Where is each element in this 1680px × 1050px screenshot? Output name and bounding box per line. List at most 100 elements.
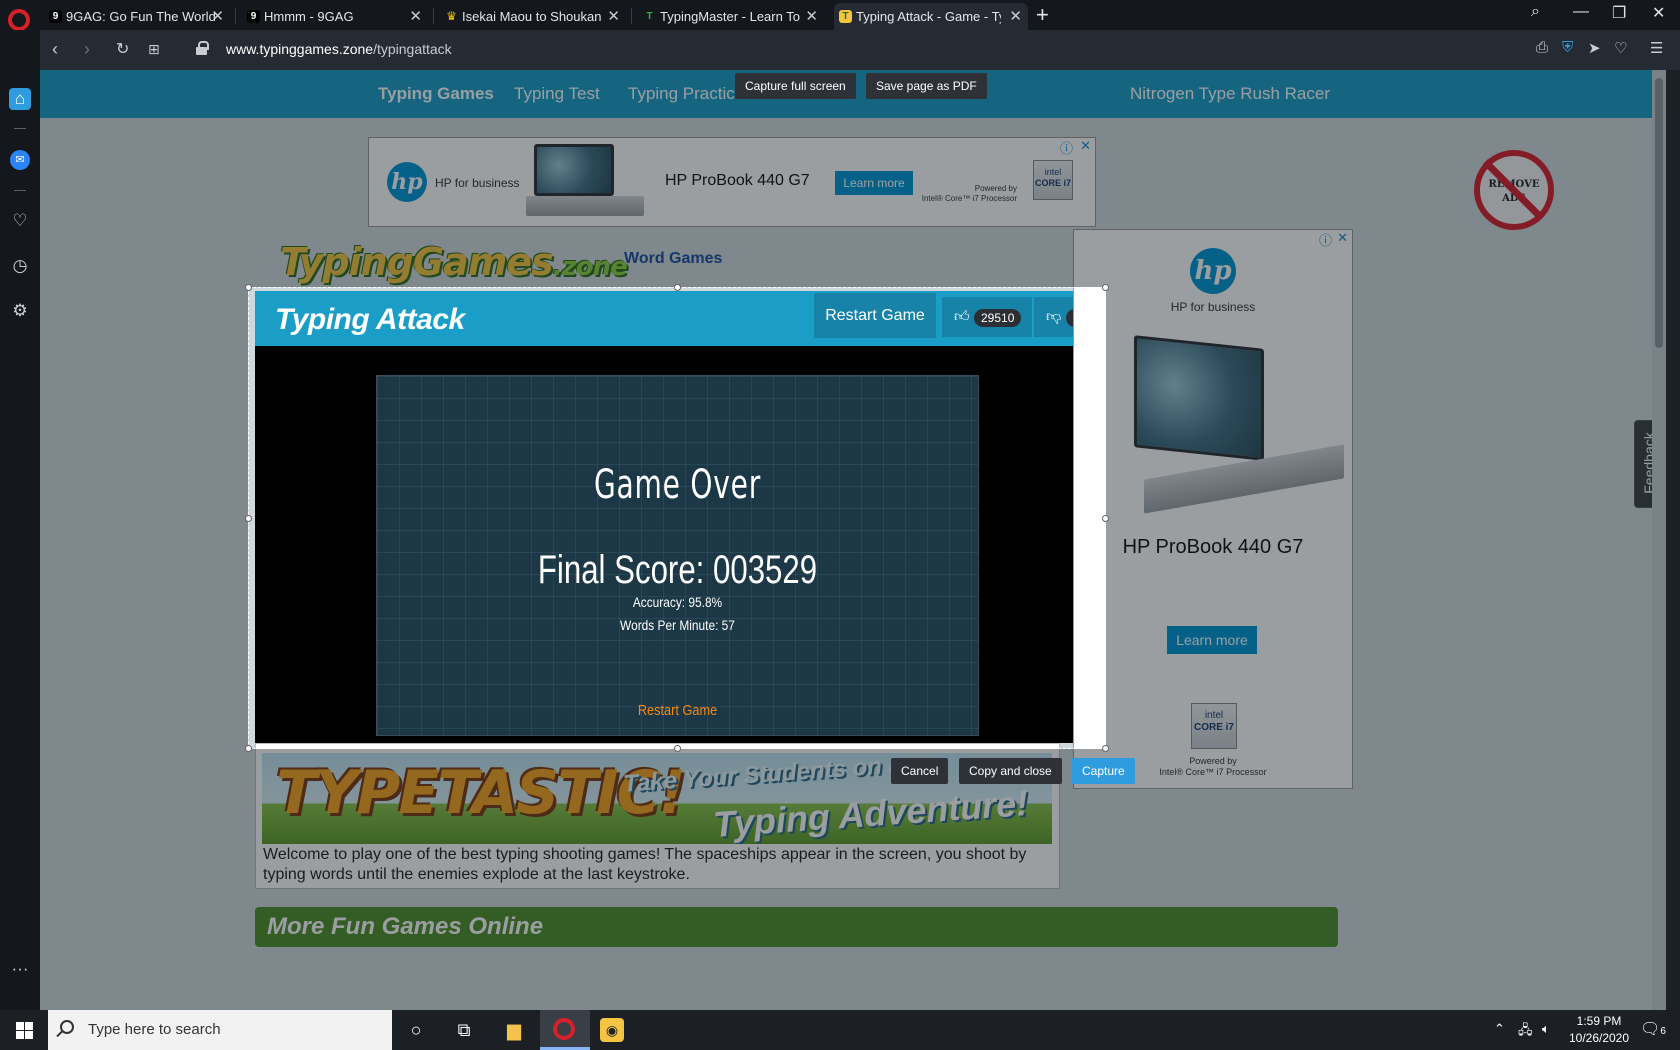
capture-full-screen-button[interactable]: Capture full screen — [735, 73, 856, 99]
taskbar-clock[interactable]: 1:59 PM 10/26/2020 — [1562, 1013, 1636, 1047]
9gag-icon: 9 — [49, 10, 62, 23]
typetastic-logo: TYPETASTIC! — [276, 758, 686, 828]
ad-close-icon[interactable]: ✕ — [1080, 138, 1091, 154]
intel-core-i7-badge: intel CORE i7 — [1033, 160, 1073, 200]
resize-handle[interactable] — [245, 515, 252, 522]
tab-9gag-hmmm[interactable]: 9 Hmmm - 9GAG ✕ — [242, 3, 428, 30]
tab-isekai-maou[interactable]: ♛ Isekai Maou to Shoukan Sh ✕ — [440, 3, 626, 30]
file-explorer-icon[interactable]: ▆ — [502, 1018, 526, 1042]
ad-info-icon[interactable]: ⓘ — [1060, 138, 1073, 157]
send-icon[interactable]: ➤ — [1588, 39, 1601, 57]
typinggames-zone-logo[interactable]: TypingGames.zone — [280, 240, 628, 284]
top-banner-ad[interactable]: hp HP for business HP ProBook 440 G7 Lea… — [368, 137, 1096, 227]
more-fun-games-title: More Fun Games Online — [267, 913, 544, 940]
tab-9gag-home[interactable]: 9 9GAG: Go Fun The World ✕ — [44, 3, 230, 30]
restore-icon[interactable]: ❐ — [1612, 3, 1626, 23]
intel-core-i7-badge: intel CORE i7 — [1191, 703, 1237, 749]
url-field[interactable]: www.typinggames.zone/typingattack — [226, 41, 452, 57]
processor-label: Intel® Core™ i7 Processor — [921, 194, 1017, 203]
new-tab-icon[interactable]: + — [1036, 2, 1049, 28]
easy-setup-icon[interactable]: ☰ — [1650, 39, 1663, 57]
windows-start-icon[interactable] — [16, 1022, 33, 1039]
ad-product: HP ProBook 440 G7 — [665, 172, 810, 189]
more-icon[interactable]: ··· — [9, 958, 31, 980]
typinggames-icon: T — [839, 10, 852, 23]
nav-typing-games[interactable]: Typing Games — [378, 84, 494, 104]
search-placeholder: Type here to search — [88, 1021, 221, 1038]
tab-typing-attack[interactable]: T Typing Attack - Game - Typ ✕ — [834, 3, 1028, 30]
typetastic-tagline-2: Typing Adventure! — [711, 782, 1030, 844]
scroll-thumb[interactable] — [1655, 78, 1663, 348]
more-fun-games-header: More Fun Games Online — [255, 907, 1338, 947]
copy-and-close-button[interactable]: Copy and close — [959, 758, 1062, 784]
nav-typing-test[interactable]: Typing Test — [514, 84, 600, 104]
snapshot-cancel-button[interactable]: Cancel — [891, 758, 949, 784]
adblock-shield-icon[interactable]: ⛨ — [1562, 39, 1573, 56]
show-hidden-icons-icon[interactable]: ⌃ — [1494, 1021, 1505, 1037]
windows-taskbar: Type here to search ○ ⧉ ▆ ◉ ⌃ 🖧︎ 🔈︎ 1:59… — [0, 1010, 1680, 1050]
settings-gear-icon[interactable]: ⚙ — [9, 300, 31, 322]
snapshot-selection-area[interactable] — [245, 284, 1109, 752]
history-clock-icon[interactable]: ◷ — [9, 255, 31, 277]
resize-handle[interactable] — [1102, 515, 1109, 522]
notification-count: 6 — [1660, 1026, 1666, 1037]
task-view-icon[interactable]: ⧉ — [452, 1018, 476, 1042]
reload-icon[interactable]: ↻ — [116, 39, 129, 59]
search-tabs-icon[interactable]: ⌕ — [1531, 3, 1540, 21]
nav-typing-practice[interactable]: Typing Practic — [628, 84, 735, 104]
game-description: Welcome to play one of the best typing s… — [263, 846, 1027, 883]
crown-icon: ♛ — [446, 9, 457, 23]
notifications-icon[interactable]: 🗨︎6 — [1640, 1019, 1666, 1039]
word-games-link[interactable]: Word Games — [624, 250, 722, 268]
nav-nitrogen-type[interactable]: Nitrogen Type Rush Racer — [1130, 84, 1330, 104]
resize-handle[interactable] — [1102, 745, 1109, 752]
ad-learn-more-button[interactable]: Learn more — [835, 171, 913, 195]
ad-learn-more-button[interactable]: Learn more — [1167, 626, 1257, 654]
page-scrollbar[interactable] — [1652, 70, 1666, 1010]
close-window-icon[interactable]: ✕ — [1652, 3, 1665, 23]
resize-handle[interactable] — [1102, 284, 1109, 291]
forward-icon[interactable]: › — [84, 39, 90, 60]
browser-tab-strip: 9 9GAG: Go Fun The World ✕ 9 Hmmm - 9GAG… — [0, 0, 1680, 31]
lock-icon[interactable] — [196, 41, 209, 55]
minimize-icon[interactable]: — — [1573, 3, 1589, 21]
camera-icon[interactable]: ⎙ — [1536, 39, 1548, 56]
hp-logo: hp — [1190, 248, 1236, 294]
resize-handle[interactable] — [674, 284, 681, 291]
close-icon[interactable]: ✕ — [211, 3, 224, 30]
taskbar-opera-button[interactable] — [540, 1010, 590, 1050]
resize-handle[interactable] — [245, 284, 252, 291]
resize-handle[interactable] — [245, 745, 252, 752]
network-icon[interactable]: 🖧︎ — [1518, 1021, 1533, 1043]
hp-logo: hp — [387, 162, 427, 202]
search-icon — [60, 1020, 74, 1034]
tab-typingmaster[interactable]: T TypingMaster - Learn To Ty ✕ — [638, 3, 824, 30]
volume-icon[interactable]: 🔈︎ — [1542, 1021, 1550, 1037]
resize-handle[interactable] — [674, 745, 681, 752]
opera-icon — [553, 1018, 575, 1040]
9gag-icon: 9 — [247, 10, 260, 23]
bookmark-heart-icon[interactable]: ♡ — [1614, 39, 1627, 57]
ad-tagline: HP for business — [1170, 300, 1256, 314]
remove-ads-button[interactable]: REMOVE ADS — [1474, 150, 1554, 230]
save-page-as-pdf-button[interactable]: Save page as PDF — [866, 73, 987, 99]
close-icon[interactable]: ✕ — [805, 3, 818, 30]
side-banner-ad[interactable]: hp HP for business HP ProBook 440 G7 Lea… — [1073, 229, 1353, 789]
address-bar: ‹ › ↻ ⊞ www.typinggames.zone/typingattac… — [40, 30, 1680, 70]
opera-sidebar: ⌂ ✉ ♡ ◷ ⚙ ··· — [0, 30, 40, 1010]
home-icon[interactable]: ⌂ — [9, 88, 31, 110]
close-icon[interactable]: ✕ — [1009, 3, 1022, 30]
capture-button[interactable]: Capture — [1072, 758, 1135, 784]
taskbar-search-box[interactable]: Type here to search — [48, 1010, 392, 1050]
ad-info-icon[interactable]: ⓘ — [1319, 230, 1332, 249]
messenger-icon[interactable]: ✉ — [10, 150, 30, 170]
snipping-app-icon[interactable]: ◉ — [600, 1018, 624, 1042]
back-icon[interactable]: ‹ — [52, 39, 58, 60]
opera-menu-icon[interactable] — [8, 9, 30, 31]
ad-close-icon[interactable]: ✕ — [1337, 230, 1348, 246]
close-icon[interactable]: ✕ — [607, 3, 620, 30]
speed-dial-icon[interactable]: ⊞ — [148, 41, 160, 58]
cortana-icon[interactable]: ○ — [404, 1018, 428, 1042]
bookmarks-heart-icon[interactable]: ♡ — [9, 210, 31, 232]
close-icon[interactable]: ✕ — [409, 3, 422, 30]
